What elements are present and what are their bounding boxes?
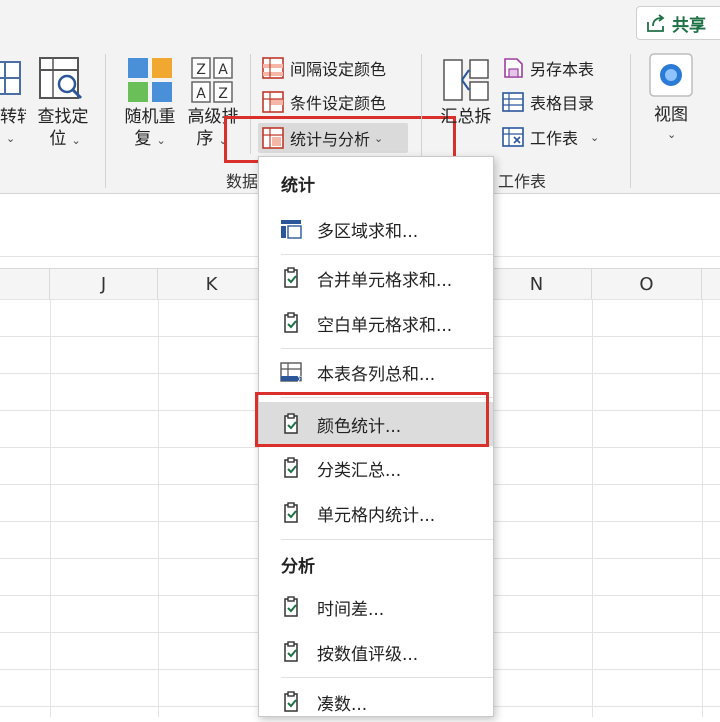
- menu-item-label: 凑数...: [317, 694, 368, 715]
- menu-item-label: 空白单元格求和...: [317, 315, 453, 336]
- view-button[interactable]: [648, 52, 694, 98]
- menu-item-label: 时间差...: [317, 599, 385, 620]
- sheet-catalog-label: 表格目录: [530, 94, 595, 113]
- group-label-worksheet: 工作表: [498, 172, 547, 191]
- clipboard-check-icon: [284, 502, 298, 523]
- column-header-o[interactable]: O: [592, 269, 702, 299]
- worksheet-icon: [502, 127, 524, 147]
- menu-item-multi-range-sum[interactable]: 多区域求和...: [259, 209, 493, 249]
- menu-item-label: 分类汇总...: [317, 460, 402, 481]
- chevron-down-icon: ⌄: [156, 134, 166, 147]
- advanced-sort-label-2: 序: [196, 129, 214, 149]
- svg-text:Σ: Σ: [297, 375, 302, 384]
- group-label-data: 数据: [226, 172, 259, 191]
- clipboard-check-icon: [284, 641, 298, 662]
- highlight-box-color-stat: [255, 392, 489, 447]
- share-button[interactable]: 共享: [636, 6, 720, 40]
- menu-item-blank-cell-sum[interactable]: 空白单元格求和...: [259, 303, 493, 343]
- random-repeat-icon: [128, 58, 172, 102]
- random-repeat-label-2: 复: [134, 129, 152, 149]
- random-repeat-button[interactable]: [126, 56, 174, 104]
- worksheet-label: 工作表: [530, 129, 579, 148]
- find-locate-line2[interactable]: 位 ⌄: [40, 128, 90, 150]
- menu-item-category-summary[interactable]: 分类汇总...: [259, 448, 493, 488]
- column-header-n[interactable]: N: [482, 269, 592, 299]
- chevron-down-icon: ⌄: [6, 132, 16, 145]
- svg-text:A: A: [218, 62, 228, 78]
- find-locate-label-2: 位: [49, 129, 67, 149]
- save-sheet-label: 另存本表: [530, 60, 595, 79]
- menu-item-make-up-number[interactable]: 凑数...: [259, 682, 493, 722]
- clipboard-check-icon: [284, 457, 298, 478]
- interval-color-button[interactable]: 间隔设定颜色: [262, 55, 386, 81]
- menu-section-stat: 统计: [281, 176, 315, 196]
- worksheet-dropdown-button[interactable]: 工作表 ⌄: [502, 124, 599, 150]
- ribbon-separator: [630, 54, 631, 188]
- sheet-catalog-icon: [502, 92, 524, 112]
- menu-item-label: 多区域求和...: [317, 221, 419, 242]
- clipboard-check-icon: [284, 596, 298, 617]
- menu-separator: [281, 348, 493, 349]
- menu-section-analysis: 分析: [281, 557, 315, 577]
- summary-split-button[interactable]: [442, 56, 490, 104]
- ribbon-separator: [105, 54, 106, 188]
- svg-text:Z: Z: [196, 62, 206, 78]
- chevron-down-icon: ⌄: [71, 134, 81, 147]
- save-sheet-icon: [504, 58, 523, 78]
- menu-separator: [281, 254, 493, 255]
- column-header-j[interactable]: J: [50, 269, 158, 299]
- random-repeat-line2[interactable]: 复 ⌄: [125, 128, 175, 150]
- conditional-color-button[interactable]: 条件设定颜色: [262, 89, 386, 115]
- column-header-partial[interactable]: [0, 269, 50, 299]
- menu-item-label: 单元格内统计...: [317, 505, 436, 526]
- svg-text:Z: Z: [218, 86, 228, 102]
- clipboard-check-icon: [284, 691, 298, 712]
- menu-item-time-diff[interactable]: 时间差...: [259, 587, 493, 627]
- svg-text:A: A: [196, 86, 206, 102]
- sheet-catalog-button[interactable]: 表格目录: [502, 89, 594, 115]
- chevron-down-icon: ⌄: [590, 130, 600, 144]
- find-locate-button[interactable]: [36, 56, 86, 104]
- chevron-down-icon: ⌄: [667, 128, 677, 141]
- grid-line: [702, 299, 703, 717]
- conditional-color-label: 条件设定颜色: [290, 94, 387, 113]
- summary-split-label-1[interactable]: 汇总拆: [434, 106, 498, 128]
- menu-item-value-rating[interactable]: 按数值评级...: [259, 632, 493, 672]
- menu-item-label: 按数值评级...: [317, 644, 419, 665]
- view-icon: [649, 53, 693, 97]
- clipboard-check-icon: [284, 312, 298, 333]
- menu-separator: [281, 677, 493, 678]
- menu-item-label: 本表各列总和...: [317, 364, 436, 385]
- grid-line: [158, 299, 159, 717]
- save-sheet-button[interactable]: 另存本表: [502, 55, 594, 81]
- find-locate-label-1[interactable]: 查找定: [32, 106, 94, 128]
- advanced-sort-button[interactable]: Z A A Z: [190, 56, 234, 104]
- summary-split-icon: [443, 59, 489, 101]
- menu-item-label: 合并单元格求和...: [317, 270, 453, 291]
- multi-range-sum-icon: [281, 220, 302, 239]
- interval-color-label: 间隔设定颜色: [290, 60, 387, 79]
- find-locate-icon: [39, 57, 83, 100]
- interval-color-icon: [262, 57, 284, 79]
- view-label[interactable]: 视图: [645, 104, 697, 126]
- sort-az-icon: Z A A Z: [191, 57, 233, 103]
- menu-item-in-cell-stat[interactable]: 单元格内统计...: [259, 493, 493, 533]
- share-label: 共享: [672, 15, 706, 36]
- random-repeat-label-1[interactable]: 随机重: [119, 106, 181, 128]
- grid-line: [50, 299, 51, 717]
- grid-line: [592, 299, 593, 717]
- column-sum-icon: Σ: [280, 362, 302, 384]
- share-icon: [647, 14, 665, 32]
- clipboard-check-icon: [284, 267, 298, 288]
- menu-separator: [281, 539, 493, 540]
- conditional-color-icon: [262, 91, 284, 113]
- menu-item-column-sum[interactable]: Σ 本表各列总和...: [259, 352, 493, 392]
- partial-button-icon[interactable]: [0, 58, 22, 98]
- menu-item-merged-cell-sum[interactable]: 合并单元格求和...: [259, 258, 493, 298]
- partial-left-label[interactable]: 转转: [0, 106, 26, 128]
- column-header-k[interactable]: K: [158, 269, 266, 299]
